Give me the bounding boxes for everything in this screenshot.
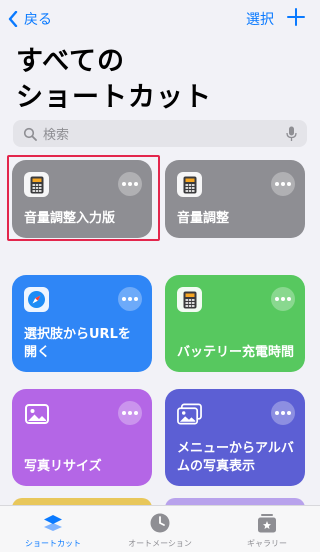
shortcut-label: バッテリー充電時間 [177,345,295,360]
calculator-icon [177,172,202,197]
shortcut-card[interactable]: 音量調整入力版 [12,160,152,238]
back-button[interactable]: 戻る [8,8,52,30]
more-options-button[interactable] [271,401,295,425]
microphone-icon[interactable] [286,126,297,142]
tab-gallery[interactable]: ギャラリー [214,506,320,552]
tab-label: ショートカット [25,539,81,548]
select-button[interactable]: 選択 [246,9,274,29]
navigation-bar: 戻る 選択 [0,0,320,36]
shortcut-label: 音量調整 [177,211,230,226]
search-icon [23,127,37,141]
shortcut-card[interactable]: 写真リサイズ [12,389,152,486]
safari-compass-icon [24,287,49,312]
tab-label: オートメーション [128,539,192,548]
more-options-button[interactable] [118,401,142,425]
search-field[interactable]: 検索 [13,120,307,147]
calculator-icon [24,172,49,197]
clock-icon [150,513,170,533]
chevron-left-icon [8,11,18,27]
shortcut-card[interactable]: 音量調整 [165,160,305,238]
page-title: すべての ショートカット [16,46,212,113]
tab-label: ギャラリー [247,539,287,548]
add-shortcut-button[interactable] [287,8,305,26]
shortcut-card[interactable]: メニューからアルバムの写真表示 [165,389,305,486]
shortcut-label: 音量調整入力版 [24,211,116,226]
shortcut-label: 写真リサイズ [24,459,102,474]
tab-automation[interactable]: オートメーション [107,506,213,552]
photo-icon [24,401,49,426]
gallery-icon [258,514,276,533]
more-options-button[interactable] [118,287,142,311]
back-label: 戻る [24,12,52,28]
search-placeholder: 検索 [43,128,70,143]
tab-bar: ショートカット オートメーション ギャラリー [0,505,320,552]
calculator-icon [177,287,202,312]
shortcut-card[interactable]: 選択肢からURLを開く [12,275,152,372]
more-options-button[interactable] [271,287,295,311]
layers-icon [44,515,62,531]
shortcut-card[interactable]: バッテリー充電時間 [165,275,305,372]
more-options-button[interactable] [271,172,295,196]
photos-stack-icon [177,401,202,426]
more-options-button[interactable] [118,172,142,196]
shortcut-label: 選択肢からURLを開く [24,327,131,360]
tab-shortcuts[interactable]: ショートカット [0,506,106,552]
shortcut-label: メニューからアルバムの写真表示 [177,441,294,474]
